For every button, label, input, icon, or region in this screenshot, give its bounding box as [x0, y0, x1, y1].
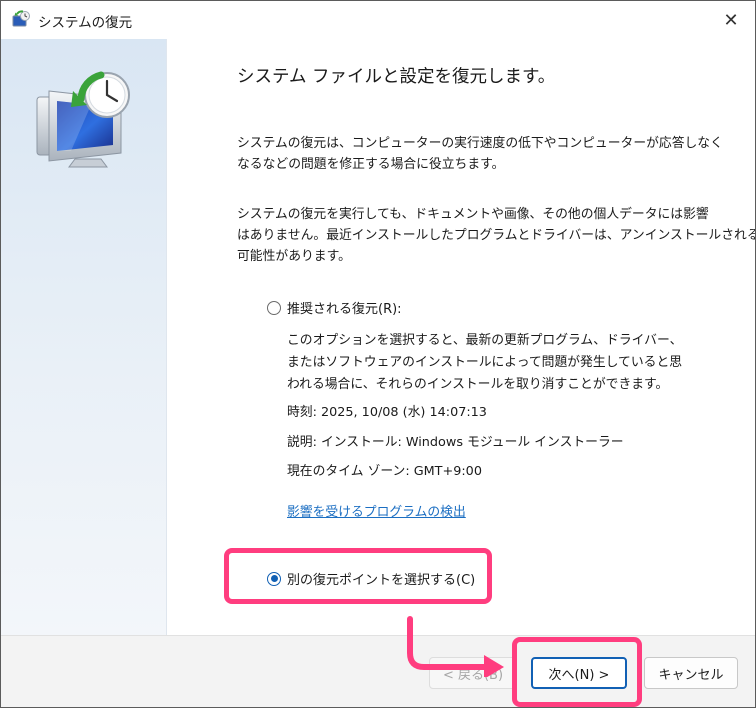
restore-time: 時刻: 2025, 10/08 (水) 14:07:13	[287, 405, 487, 420]
close-button[interactable]: ✕	[717, 7, 745, 33]
recommended-restore-description: このオプションを選択すると、最新の更新プログラム、ドライバー、 またはソフトウェ…	[287, 330, 727, 396]
system-restore-icon	[12, 10, 30, 27]
scan-affected-programs-link[interactable]: 影響を受けるプログラムの検出	[287, 501, 466, 520]
impact-line: 可能性があります。	[237, 249, 351, 264]
impact-paragraph: システムの復元を実行しても、ドキュメントや画像、その他の個人データには影響 はあ…	[237, 204, 756, 267]
system-restore-window: システムの復元 ✕ システム ファイルと設定を復元します。 システムの復元は、コ…	[0, 0, 756, 708]
impact-line: はありません。最近インストールしたプログラムとドライバーは、アンインストールされ…	[237, 228, 756, 243]
intro-line: システムの復元は、コンピューターの実行速度の低下やコンピューターが応答しなく	[237, 136, 723, 151]
restore-timezone: 現在のタイム ゾーン: GMT+9:00	[287, 464, 482, 479]
side-panel	[1, 39, 167, 635]
restore-description: 説明: インストール: Windows モジュール インストーラー	[287, 435, 624, 450]
title-bar: システムの復元 ✕	[1, 1, 755, 39]
impact-line: システムの復元を実行しても、ドキュメントや画像、その他の個人データには影響	[237, 207, 709, 222]
annotation-highlight-box	[224, 548, 492, 604]
recommended-restore-option[interactable]: 推奨される復元(R):	[267, 298, 402, 317]
page-title: システム ファイルと設定を復元します。	[237, 67, 556, 87]
recommended-restore-radio[interactable]	[267, 300, 281, 315]
annotation-arrow-icon	[407, 616, 504, 677]
cancel-button[interactable]: キャンセル	[644, 657, 738, 689]
intro-line: なるなどの問題を修正する場合に役立ちます。	[237, 157, 505, 172]
intro-paragraph: システムの復元は、コンピューターの実行速度の低下やコンピューターが応答しなく な…	[237, 133, 723, 175]
window-title: システムの復元	[38, 15, 133, 31]
annotation-highlight-box	[512, 637, 642, 707]
recommended-restore-label: 推奨される復元(R):	[287, 302, 402, 317]
main-content: システム ファイルと設定を復元します。 システムの復元は、コンピューターの実行速…	[167, 39, 755, 635]
description-line: われる場合に、それらのインストールを取り消すことができます。	[287, 377, 669, 392]
description-line: またはソフトウェアのインストールによって問題が発生していると思	[287, 355, 683, 370]
description-line: このオプションを選択すると、最新の更新プログラム、ドライバー、	[287, 333, 683, 348]
close-icon: ✕	[723, 9, 739, 31]
system-restore-monitor-icon	[36, 71, 130, 168]
